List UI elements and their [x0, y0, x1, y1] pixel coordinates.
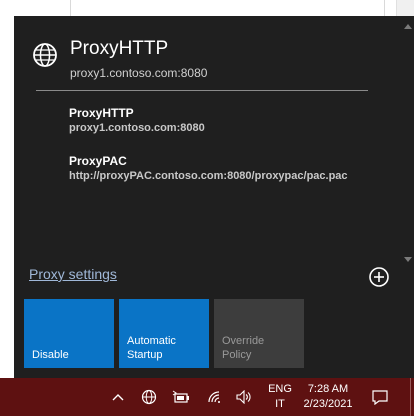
language-indicator[interactable]: ENG IT — [266, 382, 294, 412]
notification-icon[interactable] — [368, 378, 392, 416]
scroll-up-icon[interactable] — [404, 24, 412, 29]
proxy-settings-link[interactable]: Proxy settings — [29, 266, 117, 282]
divider — [36, 90, 368, 91]
override-policy-tile[interactable]: Override Policy — [214, 299, 304, 368]
tile-label: Override Policy — [222, 335, 265, 361]
proxy-address: http://proxyPAC.contoso.com:8080/proxypa… — [69, 170, 348, 182]
plus-circle-icon[interactable] — [368, 266, 390, 288]
battery-icon[interactable] — [170, 378, 192, 416]
globe-icon — [33, 43, 57, 67]
flyout-scrollbar[interactable] — [402, 16, 414, 262]
proxy-item-proxypac[interactable]: ProxyPAC http://proxyPAC.contoso.com:808… — [69, 154, 348, 182]
tile-label: Disable — [32, 349, 69, 361]
proxy-flyout: ProxyHTTP proxy1.contoso.com:8080 ProxyH… — [14, 16, 414, 378]
speaker-icon[interactable] — [234, 378, 256, 416]
chevron-up-icon[interactable] — [108, 378, 128, 416]
language-line: IT — [275, 398, 285, 410]
scroll-down-icon[interactable] — [404, 257, 412, 262]
automatic-startup-tile[interactable]: Automatic Startup — [119, 299, 209, 368]
current-proxy-address: proxy1.contoso.com:8080 — [70, 66, 208, 80]
current-proxy-title: ProxyHTTP — [70, 38, 169, 59]
taskbar: ENG IT 7:28 AM 2/23/2021 — [0, 378, 414, 416]
clock-time: 7:28 AM — [307, 383, 349, 395]
wifi-icon[interactable] — [204, 378, 226, 416]
tile-label: Automatic Startup — [127, 335, 176, 361]
show-desktop-button[interactable] — [410, 378, 414, 416]
clock[interactable]: 7:28 AM 2/23/2021 — [298, 382, 358, 412]
proxy-name: ProxyHTTP — [69, 106, 134, 120]
clock-date: 2/23/2021 — [303, 398, 353, 410]
language-line: ENG — [268, 383, 292, 395]
proxy-name: ProxyPAC — [69, 154, 127, 168]
proxy-item-proxyhttp[interactable]: ProxyHTTP proxy1.contoso.com:8080 — [69, 106, 205, 134]
disable-tile[interactable]: Disable — [24, 299, 114, 368]
proxy-address: proxy1.contoso.com:8080 — [69, 122, 205, 134]
globe-icon[interactable] — [138, 378, 160, 416]
